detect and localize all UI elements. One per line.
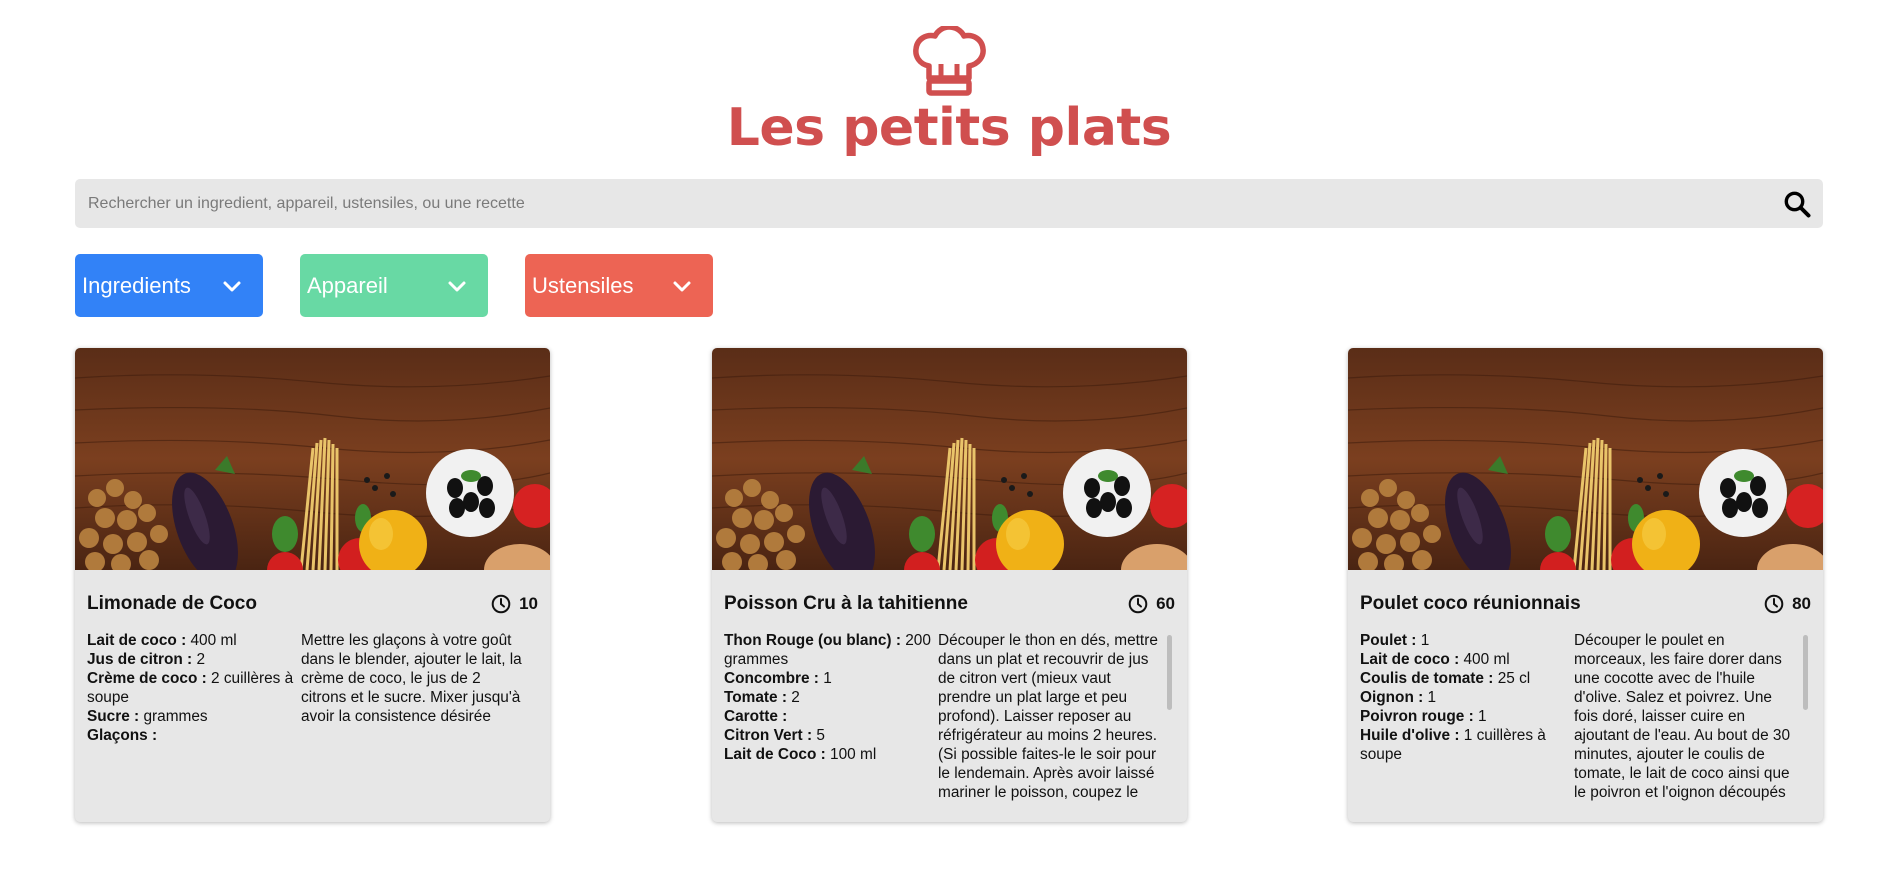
recipe-time: 80 <box>1764 594 1811 614</box>
filter-label: Appareil <box>307 272 388 298</box>
recipe-title: Poulet coco réunionnais <box>1360 593 1581 614</box>
ingredient-item: Poulet : 1 <box>1360 632 1430 649</box>
recipe-title: Poisson Cru à la tahitienne <box>724 593 968 614</box>
clock-icon <box>491 594 511 614</box>
search-input[interactable] <box>75 179 1823 228</box>
recipe-card[interactable]: Poisson Cru à la tahitienne 60 Thon Roug… <box>712 348 1187 822</box>
filter-ustensiles-button[interactable]: Ustensiles <box>525 254 713 317</box>
app-title: Les petits plats <box>726 98 1172 158</box>
recipe-description[interactable]: Découper le thon en dés, mettre dans un … <box>938 631 1174 807</box>
header: Les petits plats <box>0 26 1898 158</box>
recipe-time-value: 10 <box>519 594 538 613</box>
ingredient-item: Concombre : 1 <box>724 670 832 687</box>
ingredient-item: Thon Rouge (ou blanc) : 200 grammes <box>724 632 931 668</box>
clock-icon <box>1128 594 1148 614</box>
recipe-time-value: 80 <box>1792 594 1811 613</box>
ingredient-item: Lait de Coco : 100 ml <box>724 746 877 763</box>
scrollbar-thumb[interactable] <box>1803 635 1808 710</box>
recipe-time: 60 <box>1128 594 1175 614</box>
ingredient-list: Poulet : 1 Lait de coco : 400 ml Coulis … <box>1360 631 1574 807</box>
recipe-description[interactable]: Mettre les glaçons à votre goût dans le … <box>301 631 537 807</box>
ingredient-item: Coulis de tomate : 25 cl <box>1360 670 1531 687</box>
filter-label: Ingredients <box>82 272 191 298</box>
filter-appareil-button[interactable]: Appareil <box>300 254 488 317</box>
ingredient-item: Lait de coco : 400 ml <box>87 632 237 649</box>
filter-ingredients-button[interactable]: Ingredients <box>75 254 263 317</box>
chevron-down-icon <box>673 281 691 292</box>
ingredient-item: Glaçons : <box>87 727 158 744</box>
recipe-image <box>75 348 550 570</box>
recipe-time: 10 <box>491 594 538 614</box>
search-bar <box>75 179 1823 228</box>
recipe-description[interactable]: Découper le poulet en morceaux, les fair… <box>1574 631 1810 807</box>
recipe-time-value: 60 <box>1156 594 1175 613</box>
ingredient-item: Lait de coco : 400 ml <box>1360 651 1510 668</box>
search-icon <box>1784 191 1811 218</box>
recipe-card[interactable]: Poulet coco réunionnais 80 Poulet : 1 La… <box>1348 348 1823 822</box>
ingredient-item: Huile d'olive : 1 cuillères à soupe <box>1360 727 1546 763</box>
recipe-image <box>1348 348 1823 570</box>
search-button[interactable] <box>1783 190 1811 218</box>
chevron-down-icon <box>448 281 466 292</box>
recipe-image <box>712 348 1187 570</box>
ingredient-item: Sucre : grammes <box>87 708 208 725</box>
ingredient-item: Poivron rouge : 1 <box>1360 708 1487 725</box>
ingredient-item: Tomate : 2 <box>724 689 800 706</box>
ingredient-item: Carotte : <box>724 708 788 725</box>
ingredient-list: Thon Rouge (ou blanc) : 200 grammes Conc… <box>724 631 938 807</box>
chef-hat-icon <box>913 26 986 96</box>
ingredient-item: Jus de citron : 2 <box>87 651 206 668</box>
clock-icon <box>1764 594 1784 614</box>
recipe-title: Limonade de Coco <box>87 593 257 614</box>
ingredient-item: Oignon : 1 <box>1360 689 1437 706</box>
ingredient-item: Citron Vert : 5 <box>724 727 825 744</box>
ingredient-item: Crème de coco : 2 cuillères à soupe <box>87 670 294 706</box>
scrollbar-thumb[interactable] <box>1167 635 1172 710</box>
recipe-card[interactable]: Limonade de Coco 10 Lait de coco : 400 m… <box>75 348 550 822</box>
filter-label: Ustensiles <box>532 272 634 298</box>
ingredient-list: Lait de coco : 400 ml Jus de citron : 2 … <box>87 631 301 807</box>
chevron-down-icon <box>223 281 241 292</box>
